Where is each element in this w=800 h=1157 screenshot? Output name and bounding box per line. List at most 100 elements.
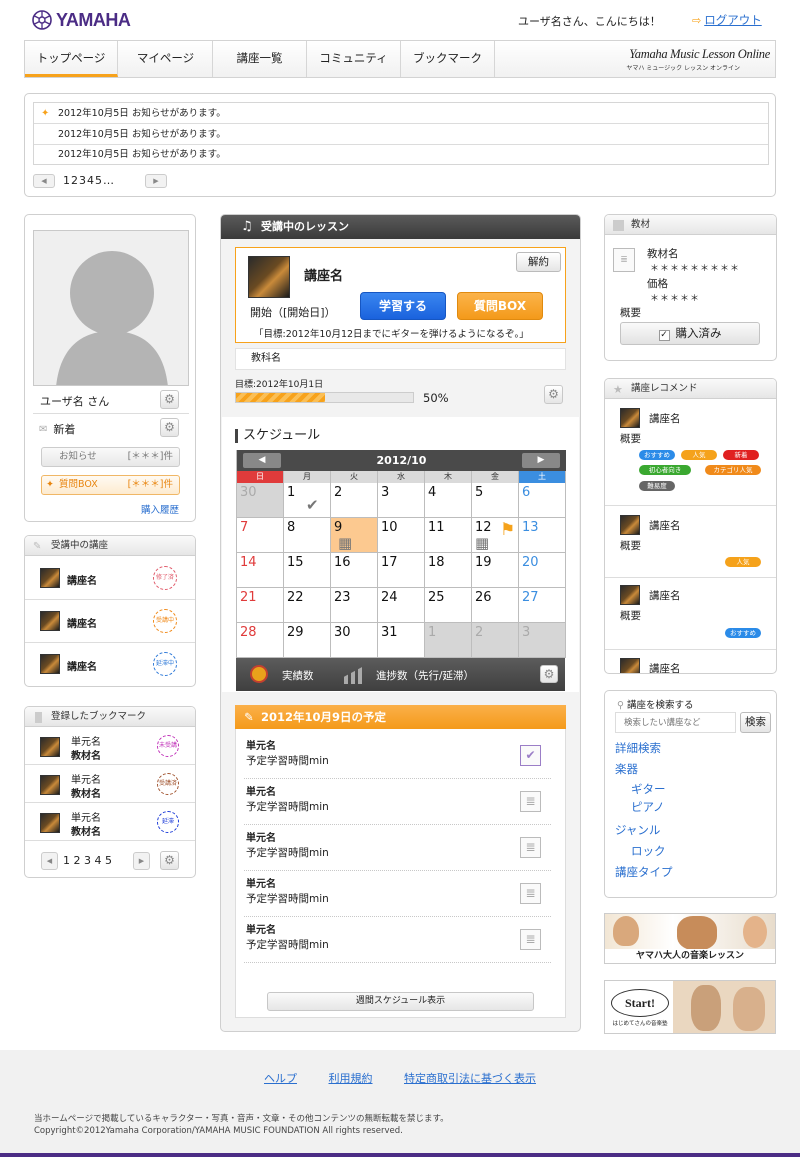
list-item[interactable]: 講座名 修了済	[25, 557, 195, 600]
calendar-day[interactable]: 7	[237, 518, 284, 553]
calendar-day[interactable]: 4	[425, 483, 472, 518]
list-item[interactable]: 講座名	[605, 651, 776, 673]
logout-link[interactable]: ⇨ ログアウト	[692, 12, 762, 28]
rock-link[interactable]: ロック	[631, 843, 666, 859]
adult-lesson-banner[interactable]: ヤマハ大人の音楽レッスン	[604, 913, 776, 964]
list-item[interactable]: 講座名 概要 人気	[605, 507, 776, 578]
document-icon[interactable]: ≣	[520, 837, 541, 858]
calendar-day[interactable]: 1	[425, 623, 472, 658]
calendar-day[interactable]: 29	[284, 623, 331, 658]
genre-link[interactable]: ジャンル	[615, 822, 660, 838]
checked-document-icon[interactable]: ✔	[520, 745, 541, 766]
advanced-search-link[interactable]: 詳細検索	[615, 740, 661, 756]
calendar-day[interactable]: 21	[237, 588, 284, 623]
instrument-link[interactable]: 楽器	[615, 761, 638, 777]
terms-link[interactable]: 利用規約	[329, 1072, 373, 1085]
bookmarks-gear-icon[interactable]: ⚙	[160, 851, 179, 870]
calendar-day[interactable]: 13	[519, 518, 566, 553]
calendar-day[interactable]: 20	[519, 553, 566, 588]
calendar-day[interactable]: 8	[284, 518, 331, 553]
list-item[interactable]: 単元名 教材名 未受講	[25, 728, 195, 765]
calendar-day[interactable]: 10	[378, 518, 425, 553]
guitar-link[interactable]: ギター	[631, 781, 666, 797]
tab-bookmark[interactable]: ブックマーク	[401, 41, 495, 77]
calendar-day[interactable]: 11	[425, 518, 472, 553]
news-prev-button[interactable]: ◀	[33, 174, 55, 188]
calendar-day[interactable]: 25	[425, 588, 472, 623]
document-icon[interactable]: ≣	[520, 883, 541, 904]
calendar-day[interactable]: 24	[378, 588, 425, 623]
calendar-day[interactable]: 16	[331, 553, 378, 588]
calendar-day[interactable]: 2	[472, 623, 519, 658]
lesson-gear-icon[interactable]: ⚙	[544, 385, 563, 404]
purchase-history-link[interactable]: 購入履歴	[141, 502, 179, 516]
start-banner[interactable]: Start! はじめてさんの音楽塾	[604, 980, 776, 1034]
news-item[interactable]: ✦ 2012年10月5日 お知らせがあります。	[34, 103, 768, 124]
new-items-link[interactable]: ✉ 新着	[39, 421, 75, 437]
list-item[interactable]: 単元名 予定学習時間min ≣	[244, 872, 551, 917]
list-item[interactable]: 講座名 概要 おすすめ 人気 新着 初心者向き カテゴリ人気 難易度	[605, 400, 776, 506]
piano-link[interactable]: ピアノ	[631, 799, 664, 815]
study-button[interactable]: 学習する	[360, 292, 446, 320]
tab-community[interactable]: コミュニティ	[307, 41, 401, 77]
question-box-button[interactable]: ✦ 質問BOX [＊＊＊]件	[41, 475, 180, 495]
stats-gear-icon[interactable]: ⚙	[540, 665, 558, 683]
search-button[interactable]: 検索	[740, 712, 771, 733]
cancel-button[interactable]: 解約	[516, 252, 561, 272]
calendar-day[interactable]: 30	[331, 623, 378, 658]
yamaha-logo[interactable]: YAMAHA	[32, 9, 131, 31]
calendar-day[interactable]: 18	[425, 553, 472, 588]
calendar-day[interactable]: 26	[472, 588, 519, 623]
new-items-gear-icon[interactable]: ⚙	[160, 418, 179, 437]
next-month-button[interactable]: ▶	[522, 453, 560, 468]
calendar-day[interactable]: 28	[237, 623, 284, 658]
achievement-count[interactable]: 実績数	[282, 668, 314, 683]
prev-month-button[interactable]: ◀	[243, 453, 281, 468]
calendar-day[interactable]: 14	[237, 553, 284, 588]
calendar-day[interactable]: 3	[378, 483, 425, 518]
list-item[interactable]: 単元名 予定学習時間min ≣	[244, 826, 551, 871]
calendar-day[interactable]: 19	[472, 553, 519, 588]
progress-count[interactable]: 進捗数（先行/延滞）	[376, 668, 474, 683]
calendar-day[interactable]: 30	[237, 483, 284, 518]
calendar-day[interactable]: 15	[284, 553, 331, 588]
list-item[interactable]: 単元名 教材名 受講済	[25, 766, 195, 803]
calendar-day[interactable]: 23	[331, 588, 378, 623]
list-item[interactable]: 講座名 受講中	[25, 600, 195, 643]
textbook-row[interactable]: 教科名	[235, 348, 566, 370]
question-box-button[interactable]: 質問BOX	[457, 292, 543, 320]
news-item[interactable]: 2012年10月5日 お知らせがあります。	[34, 124, 768, 145]
news-item[interactable]: 2012年10月5日 お知らせがあります。	[34, 145, 768, 165]
list-item[interactable]: 講座名 延滞中	[25, 643, 195, 686]
document-icon[interactable]: ≣	[520, 929, 541, 950]
commerce-law-link[interactable]: 特定商取引法に基づく表示	[404, 1072, 536, 1085]
tab-top[interactable]: トップページ	[25, 41, 118, 77]
weekly-schedule-button[interactable]: 週間スケジュール表示	[267, 992, 534, 1011]
course-type-link[interactable]: 講座タイプ	[615, 864, 673, 880]
bookmarks-next-button[interactable]: ▶	[133, 852, 150, 870]
notice-button[interactable]: お知らせ [＊＊＊]件	[41, 447, 180, 467]
list-item[interactable]: 講座名 概要 おすすめ	[605, 579, 776, 650]
document-icon[interactable]: ≣	[520, 791, 541, 812]
list-item[interactable]: 単元名 予定学習時間min ≣	[244, 780, 551, 825]
tab-courses[interactable]: 講座一覧	[213, 41, 307, 77]
search-input[interactable]	[615, 712, 736, 733]
calendar-day[interactable]: 17	[378, 553, 425, 588]
calendar-day[interactable]: 31	[378, 623, 425, 658]
news-next-button[interactable]: ▶	[145, 174, 167, 188]
profile-settings-gear-icon[interactable]: ⚙	[160, 390, 179, 409]
tab-mypage[interactable]: マイページ	[119, 41, 213, 77]
news-pagination[interactable]: 12345…	[63, 174, 115, 187]
calendar-day[interactable]: 22	[284, 588, 331, 623]
calendar-day[interactable]: 3	[519, 623, 566, 658]
calendar-day[interactable]: 27	[519, 588, 566, 623]
help-link[interactable]: ヘルプ	[264, 1072, 297, 1085]
bookmarks-prev-button[interactable]: ◀	[41, 852, 58, 870]
list-item[interactable]: 単元名 予定学習時間min ≣	[244, 918, 551, 963]
calendar-day[interactable]: 6	[519, 483, 566, 518]
calendar-day[interactable]: 5	[472, 483, 519, 518]
list-item[interactable]: 単元名 教材名 延滞	[25, 804, 195, 841]
list-item[interactable]: 単元名 予定学習時間min ✔	[244, 734, 551, 779]
bookmarks-pagination[interactable]: 1 2 3 4 5	[63, 854, 112, 867]
purchased-button[interactable]: ✓ 購入済み	[620, 322, 760, 345]
